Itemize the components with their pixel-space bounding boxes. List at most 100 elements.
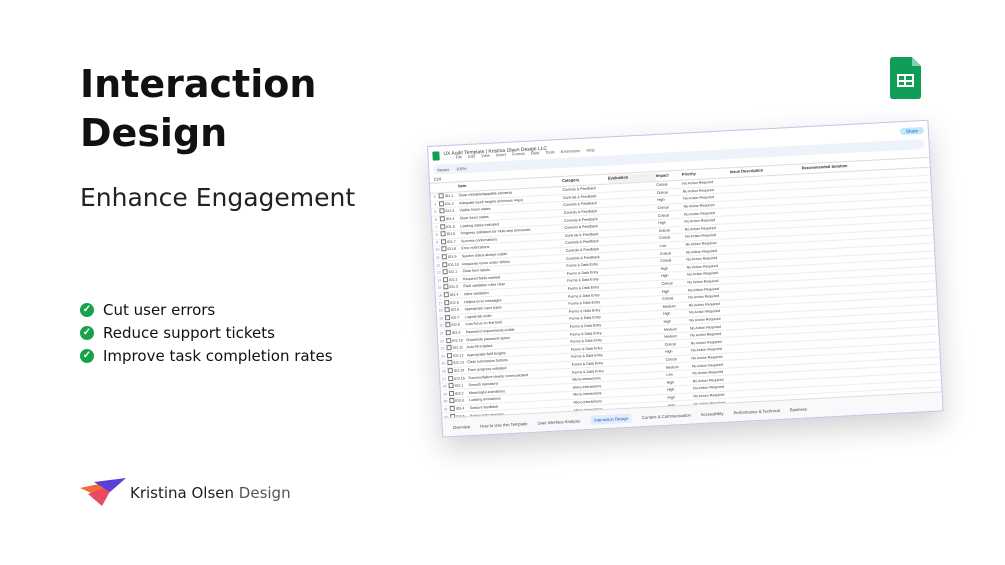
- recommended-solution-cell[interactable]: [805, 236, 853, 239]
- row-checkbox[interactable]: [447, 367, 453, 374]
- evaluation-dropdown[interactable]: [610, 223, 659, 226]
- evaluation-dropdown[interactable]: [618, 382, 667, 386]
- row-checkbox[interactable]: [446, 345, 452, 351]
- sheet-tab[interactable]: Performance & Technical: [733, 407, 780, 414]
- menu-tools[interactable]: Tools: [545, 149, 555, 154]
- issue-description-cell[interactable]: [733, 238, 805, 242]
- impact-dropdown[interactable]: Critical: [660, 250, 686, 256]
- evaluation-dropdown[interactable]: [613, 283, 662, 287]
- menu-help[interactable]: Help: [586, 147, 594, 152]
- impact-dropdown[interactable]: High: [658, 220, 684, 225]
- evaluation-dropdown[interactable]: [615, 321, 664, 325]
- issue-description-cell[interactable]: [735, 269, 807, 273]
- issue-description-cell[interactable]: [731, 193, 803, 197]
- issue-description-cell[interactable]: [741, 375, 813, 379]
- impact-dropdown[interactable]: Low: [659, 243, 685, 248]
- row-checkbox[interactable]: [440, 238, 447, 245]
- evaluation-dropdown[interactable]: [616, 337, 665, 340]
- recommended-solution-cell[interactable]: [812, 365, 860, 368]
- menu-view[interactable]: View: [481, 152, 490, 157]
- impact-dropdown[interactable]: High: [662, 288, 688, 293]
- evaluation-dropdown[interactable]: [619, 390, 668, 393]
- recommended-solution-cell[interactable]: [810, 319, 858, 322]
- sheet-tab[interactable]: User Interface Analysis: [537, 418, 580, 425]
- share-button[interactable]: Share: [899, 126, 925, 135]
- issue-description-cell[interactable]: [733, 223, 805, 227]
- recommended-solution-cell[interactable]: [806, 251, 854, 254]
- evaluation-dropdown[interactable]: [612, 253, 660, 257]
- row-checkbox[interactable]: [448, 375, 454, 381]
- issue-description-cell[interactable]: [731, 200, 803, 204]
- row-checkbox[interactable]: [446, 337, 452, 343]
- evaluation-dropdown[interactable]: [611, 246, 660, 249]
- impact-dropdown[interactable]: Medium: [663, 303, 689, 309]
- menu-file[interactable]: File: [455, 154, 462, 159]
- issue-description-cell[interactable]: [741, 390, 813, 394]
- row-checkbox[interactable]: [438, 193, 444, 199]
- recommended-solution-cell[interactable]: [805, 228, 853, 231]
- row-checkbox[interactable]: [440, 231, 446, 237]
- issue-description-cell[interactable]: [737, 307, 809, 311]
- issue-description-cell[interactable]: [736, 284, 808, 288]
- recommended-solution-cell[interactable]: [803, 190, 851, 193]
- issue-description-cell[interactable]: [737, 314, 809, 318]
- row-checkbox[interactable]: [441, 254, 447, 260]
- recommended-solution-cell[interactable]: [807, 259, 855, 262]
- row-checkbox[interactable]: [446, 352, 453, 359]
- row-checkbox[interactable]: [448, 383, 454, 389]
- evaluation-dropdown[interactable]: [610, 215, 658, 219]
- impact-dropdown[interactable]: High: [667, 394, 693, 399]
- row-checkbox[interactable]: [439, 216, 445, 222]
- impact-dropdown[interactable]: Medium: [666, 364, 692, 370]
- menu-extensions[interactable]: Extensions: [561, 147, 581, 153]
- row-checkbox[interactable]: [443, 292, 449, 298]
- row-checkbox[interactable]: [447, 360, 453, 366]
- menu-insert[interactable]: Insert: [496, 151, 506, 157]
- impact-dropdown[interactable]: High: [661, 265, 687, 270]
- row-checkbox[interactable]: [443, 284, 449, 290]
- row-checkbox[interactable]: [438, 201, 445, 207]
- issue-description-cell[interactable]: [738, 329, 810, 333]
- evaluation-dropdown[interactable]: [617, 367, 666, 370]
- recommended-solution-cell[interactable]: [811, 342, 859, 345]
- recommended-solution-cell[interactable]: [809, 312, 857, 315]
- issue-description-cell[interactable]: [741, 382, 813, 386]
- recommended-solution-cell[interactable]: [803, 183, 851, 186]
- row-checkbox[interactable]: [449, 398, 455, 404]
- impact-dropdown[interactable]: Critical: [662, 296, 688, 302]
- recommended-solution-cell[interactable]: [810, 327, 858, 330]
- menu-format[interactable]: Format: [512, 150, 525, 156]
- issue-description-cell[interactable]: [733, 231, 805, 235]
- recommended-solution-cell[interactable]: [808, 289, 856, 292]
- impact-dropdown[interactable]: Critical: [661, 281, 687, 286]
- issue-description-cell[interactable]: [731, 185, 803, 189]
- evaluation-dropdown[interactable]: [608, 185, 657, 188]
- evaluation-dropdown[interactable]: [615, 329, 664, 332]
- cell-reference[interactable]: C24: [434, 176, 442, 181]
- evaluation-dropdown[interactable]: [617, 352, 666, 355]
- issue-description-cell[interactable]: [735, 276, 807, 280]
- row-checkbox[interactable]: [442, 269, 448, 275]
- evaluation-dropdown[interactable]: [609, 208, 658, 211]
- menu-edit[interactable]: Edit: [468, 153, 475, 158]
- sheet-tab[interactable]: Content & Communication: [642, 412, 691, 420]
- evaluation-dropdown[interactable]: [612, 261, 661, 264]
- menu-data[interactable]: Data: [531, 150, 540, 155]
- evaluation-dropdown[interactable]: [613, 276, 662, 279]
- recommended-solution-cell[interactable]: [809, 297, 857, 300]
- evaluation-dropdown[interactable]: [608, 192, 657, 196]
- impact-dropdown[interactable]: Low: [666, 372, 692, 377]
- recommended-solution-cell[interactable]: [813, 388, 861, 391]
- issue-description-cell[interactable]: [739, 352, 811, 356]
- impact-dropdown[interactable]: Critical: [659, 227, 685, 233]
- issue-description-cell[interactable]: [735, 261, 807, 265]
- sheet-tab[interactable]: Overview: [453, 424, 471, 430]
- issue-description-cell[interactable]: [732, 216, 804, 220]
- issue-description-cell[interactable]: [740, 367, 812, 371]
- recommended-solution-cell[interactable]: [804, 206, 852, 209]
- impact-dropdown[interactable]: High: [663, 318, 689, 323]
- issue-description-cell[interactable]: [739, 337, 811, 341]
- recommended-solution-cell[interactable]: [806, 243, 854, 246]
- issue-description-cell[interactable]: [734, 246, 806, 250]
- evaluation-dropdown[interactable]: [611, 238, 660, 241]
